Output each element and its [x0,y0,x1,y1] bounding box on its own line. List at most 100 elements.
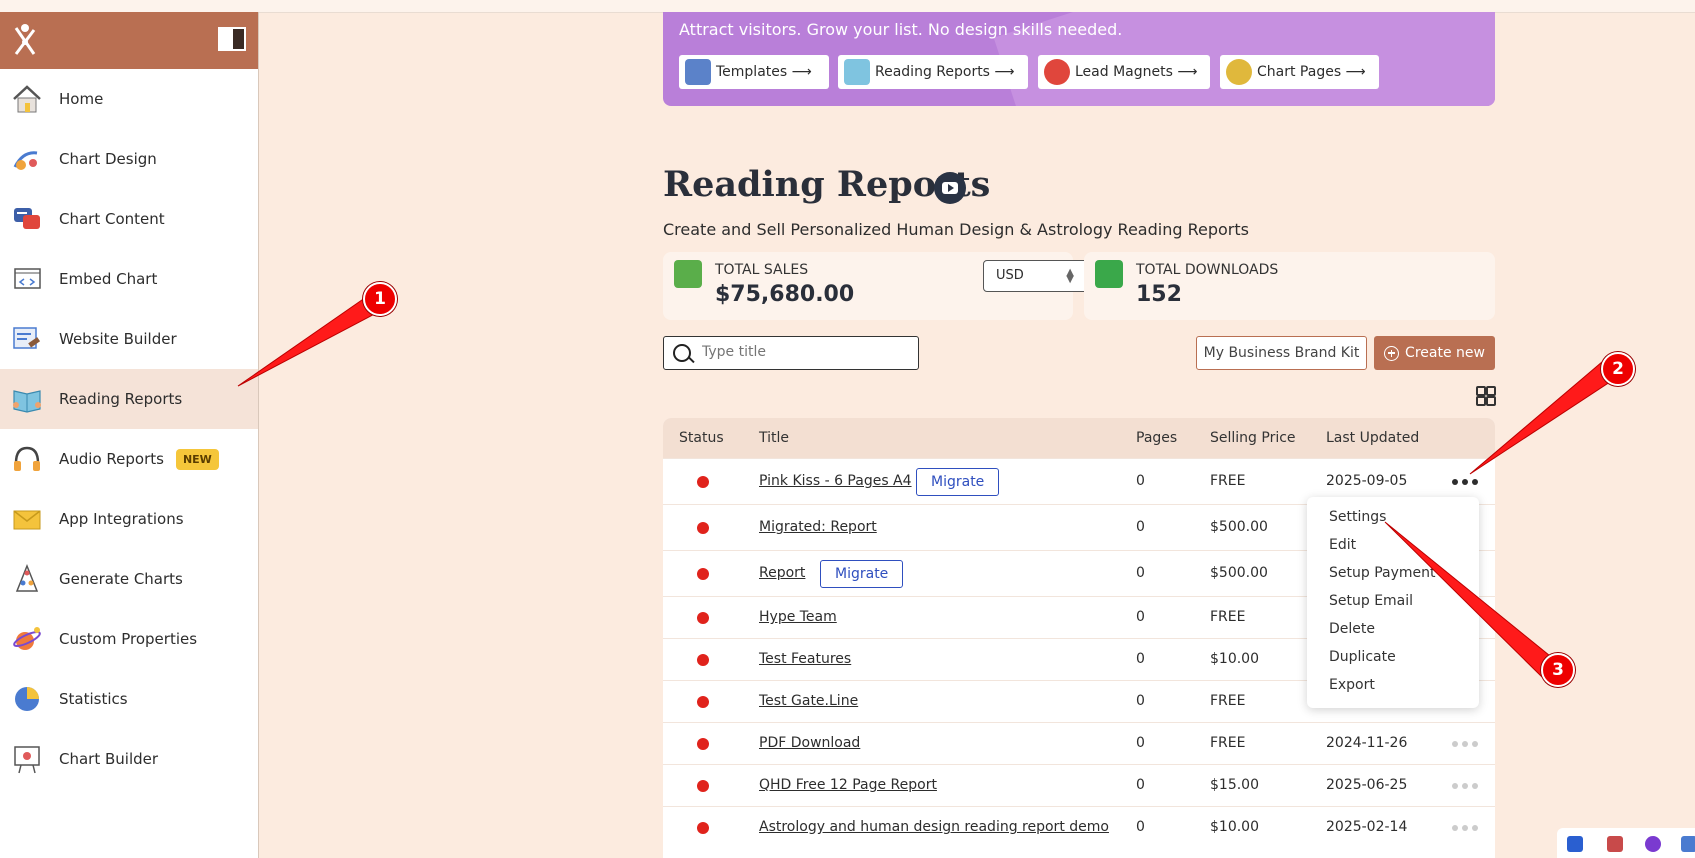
tray-app-icon[interactable] [1645,836,1661,852]
pages-value: 0 [1136,651,1145,667]
report-title-link[interactable]: QHD Free 12 Page Report [759,777,937,793]
migrate-button[interactable]: Migrate [916,468,1000,496]
report-title-link[interactable]: Hype Team [759,609,837,625]
templates-button[interactable]: Templates ⟶ [679,55,829,89]
price-value: $10.00 [1210,651,1259,667]
tray-app-icon[interactable] [1567,836,1583,852]
app-logo-icon[interactable] [8,22,42,60]
sidebar-item-label: Audio Reports [59,450,164,468]
pages-value: 0 [1136,609,1145,625]
grid-view-icon[interactable] [1476,386,1496,406]
download-icon [1095,260,1123,288]
system-tray [1557,828,1695,858]
updated-value: 2025-09-05 [1326,473,1408,489]
sidebar-item-app-integrations[interactable]: App Integrations [0,489,258,549]
report-title-link[interactable]: Astrology and human design reading repor… [759,819,1109,835]
pages-value: 0 [1136,777,1145,793]
price-value: $500.00 [1210,565,1268,581]
sidebar-item-audio-reports[interactable]: Audio Reports NEW [0,429,258,489]
new-badge: NEW [175,448,219,470]
website-builder-icon [10,322,44,356]
sidebar-item-label: Generate Charts [59,570,183,588]
sidebar: Home Chart Design Chart Content Embed Ch… [0,12,259,858]
updated-value: 2024-11-26 [1326,735,1408,751]
page-description: Create and Sell Personalized Human Desig… [663,220,1249,239]
more-options-icon[interactable] [1452,823,1478,833]
report-title-link[interactable]: Migrated: Report [759,519,877,535]
report-title-link[interactable]: Test Features [759,651,851,667]
header-last-updated: Last Updated [1326,430,1420,446]
more-options-icon[interactable] [1452,739,1478,749]
tray-app-icon[interactable] [1681,836,1695,852]
sidebar-item-website-builder[interactable]: Website Builder [0,309,258,369]
status-dot [697,696,709,708]
table-header: Status Title Pages Selling Price Last Up… [663,418,1495,458]
sidebar-item-statistics[interactable]: Statistics [0,669,258,729]
sidebar-item-label: Home [59,90,104,108]
brand-kit-button[interactable]: My Business Brand Kit [1196,336,1367,370]
total-downloads-card: TOTAL DOWNLOADS 152 [1084,252,1495,320]
search-input[interactable] [700,343,904,361]
sidebar-header [0,12,258,69]
home-icon [10,82,44,116]
arrow-1 [237,292,387,387]
sidebar-item-label: Website Builder [59,330,177,348]
sidebar-item-custom-properties[interactable]: Custom Properties [0,609,258,669]
sidebar-toggle-icon[interactable] [218,27,246,51]
sidebar-item-generate-charts[interactable]: Generate Charts [0,549,258,609]
sidebar-item-home[interactable]: Home [0,69,258,129]
row-actions-menu: Settings Edit Setup Payment Setup Email … [1307,497,1479,708]
price-value: $500.00 [1210,519,1268,535]
money-icon [674,260,702,288]
reading-reports-banner-button[interactable]: Reading Reports ⟶ [838,55,1028,89]
pages-value: 0 [1136,735,1145,751]
report-title-link[interactable]: Pink Kiss - 6 Pages A4 [759,473,912,489]
report-title-link[interactable]: PDF Download [759,735,860,751]
lead-magnets-button[interactable]: Lead Magnets ⟶ [1038,55,1210,89]
menu-item-settings[interactable]: Settings [1329,509,1386,525]
menu-item-setup-email[interactable]: Setup Email [1329,593,1413,609]
status-dot [697,738,709,750]
table-row: QHD Free 12 Page Report 0 $15.00 2025-06… [663,764,1495,807]
header-pages: Pages [1136,430,1178,446]
magnet-icon [1044,59,1070,85]
annotation-badge-3: 3 [1541,653,1575,687]
pages-value: 0 [1136,519,1145,535]
table-row: PDF Download 0 FREE 2024-11-26 [663,722,1495,765]
menu-item-setup-payment[interactable]: Setup Payment [1329,565,1436,581]
plus-circle-icon [1384,345,1400,361]
migrate-button[interactable]: Migrate [820,560,904,588]
total-downloads-value: 152 [1136,282,1182,307]
chart-pages-button[interactable]: Chart Pages ⟶ [1220,55,1379,89]
audio-reports-icon [10,442,44,476]
youtube-icon[interactable] [934,172,966,204]
sidebar-item-chart-content[interactable]: Chart Content [0,189,258,249]
menu-item-duplicate[interactable]: Duplicate [1329,649,1396,665]
sidebar-item-label: Statistics [59,690,128,708]
tray-app-icon[interactable] [1607,836,1623,852]
menu-item-export[interactable]: Export [1329,677,1375,693]
sidebar-item-embed-chart[interactable]: Embed Chart [0,249,258,309]
total-downloads-label: TOTAL DOWNLOADS [1136,262,1279,278]
more-options-icon[interactable] [1452,781,1478,791]
status-dot [697,568,709,580]
chevron-updown-icon: ▲ ▼ [1066,267,1074,285]
app-integrations-icon [10,502,44,536]
report-title-link[interactable]: Report [759,565,805,581]
menu-item-delete[interactable]: Delete [1329,621,1375,637]
menu-item-edit[interactable]: Edit [1329,537,1356,553]
report-title-link[interactable]: Test Gate.Line [759,693,858,709]
sidebar-item-chart-builder[interactable]: Chart Builder [0,729,258,789]
status-dot [697,612,709,624]
price-value: FREE [1210,735,1246,751]
status-dot [697,476,709,488]
sidebar-item-chart-design[interactable]: Chart Design [0,129,258,189]
create-new-button[interactable]: Create new [1374,336,1495,370]
price-value: $10.00 [1210,819,1259,835]
chart-pages-icon [1226,59,1252,85]
sidebar-item-reading-reports[interactable]: Reading Reports [0,369,258,429]
more-options-icon[interactable] [1452,477,1478,487]
annotation-badge-1: 1 [363,282,397,316]
header-title: Title [759,430,790,446]
currency-select[interactable]: USD ▲ ▼ [983,260,1089,292]
